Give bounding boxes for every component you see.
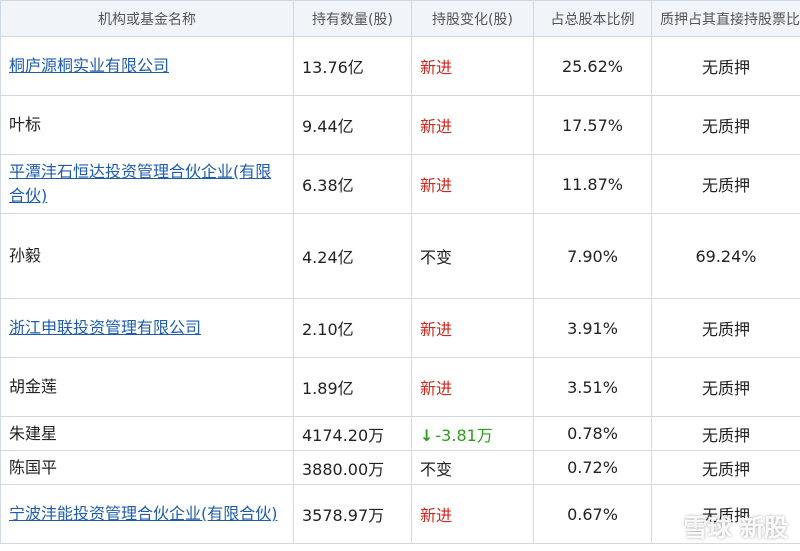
holder-link[interactable]: 宁波沣能投资管理合伙企业(有限合伙) xyxy=(9,504,278,523)
table-row: 朱建星 4174.20万 ↓ -3.81万 0.78% 无质押 xyxy=(0,416,800,451)
cell-quantity: 6.38亿 xyxy=(293,154,412,214)
holder-name: 陈国平 xyxy=(9,457,58,477)
cell-change: 新进 xyxy=(411,154,534,214)
cell-pledge: 无质押 xyxy=(651,450,800,485)
holder-link[interactable]: 平潭沣石恒达投资管理合伙企业(有限合伙) xyxy=(9,162,271,205)
header-quantity: 持有数量(股) xyxy=(293,0,412,37)
cell-change: 新进 xyxy=(411,95,534,155)
holder-link[interactable]: 桐庐源桐实业有限公司 xyxy=(9,56,169,75)
cell-change: 新进 xyxy=(411,36,534,96)
change-value: 新进 xyxy=(420,379,453,398)
table-row: 浙江申联投资管理有限公司 2.10亿 新进 3.91% 无质押 xyxy=(0,298,800,358)
cell-holder-name[interactable]: 平潭沣石恒达投资管理合伙企业(有限合伙) xyxy=(0,154,294,214)
table-body: 桐庐源桐实业有限公司 13.76亿 新进 25.62% 无质押 叶标 9.44亿 新进 17.5… xyxy=(0,36,800,544)
table-row: 宁波沣能投资管理合伙企业(有限合伙) 3578.97万 新进 0.67% 无质押 xyxy=(0,484,800,544)
cell-pledge: 无质押 xyxy=(651,154,800,214)
cell-change: ↓ -3.81万 xyxy=(411,416,534,451)
cell-ratio: 0.78% xyxy=(533,416,652,451)
cell-holder-name: 朱建星 xyxy=(0,416,294,451)
table-header-row: 机构或基金名称 持有数量(股) 持股变化(股) 占总股本比例 质押占其直接持股票… xyxy=(0,0,800,37)
cell-ratio: 0.72% xyxy=(533,450,652,485)
cell-holder-name[interactable]: 浙江申联投资管理有限公司 xyxy=(0,298,294,358)
table-row: 桐庐源桐实业有限公司 13.76亿 新进 25.62% 无质押 xyxy=(0,36,800,96)
cell-quantity: 9.44亿 xyxy=(293,95,412,155)
cell-quantity: 3578.97万 xyxy=(293,484,412,544)
cell-holder-name: 孙毅 xyxy=(0,213,294,299)
table-row: 叶标 9.44亿 新进 17.57% 无质押 xyxy=(0,95,800,155)
cell-pledge: 69.24% xyxy=(651,213,800,299)
change-value: 新进 xyxy=(420,117,453,136)
cell-ratio: 25.62% xyxy=(533,36,652,96)
table-row: 胡金莲 1.89亿 新进 3.51% 无质押 xyxy=(0,357,800,417)
cell-pledge: 无质押 xyxy=(651,416,800,451)
change-value: 新进 xyxy=(420,506,453,525)
cell-quantity: 4174.20万 xyxy=(293,416,412,451)
cell-ratio: 3.91% xyxy=(533,298,652,358)
cell-quantity: 4.24亿 xyxy=(293,213,412,299)
holder-name: 朱建星 xyxy=(9,423,58,443)
cell-change: 新进 xyxy=(411,298,534,358)
cell-holder-name[interactable]: 桐庐源桐实业有限公司 xyxy=(0,36,294,96)
arrow-down-icon: ↓ xyxy=(420,425,434,445)
cell-ratio: 7.90% xyxy=(533,213,652,299)
holder-name: 叶标 xyxy=(9,115,42,134)
cell-ratio: 17.57% xyxy=(533,95,652,155)
cell-pledge: 无质押 xyxy=(651,95,800,155)
cell-pledge: 无质押 xyxy=(651,298,800,358)
header-pledge: 质押占其直接持股票比例 xyxy=(651,0,800,37)
cell-quantity: 13.76亿 xyxy=(293,36,412,96)
cell-holder-name: 叶标 xyxy=(0,95,294,155)
cell-pledge: 无质押 xyxy=(651,484,800,544)
change-value: 新进 xyxy=(420,320,453,339)
cell-ratio: 0.67% xyxy=(533,484,652,544)
cell-change: 不变 xyxy=(411,213,534,299)
table-row: 平潭沣石恒达投资管理合伙企业(有限合伙) 6.38亿 新进 11.87% 无质押 xyxy=(0,154,800,214)
table-row: 孙毅 4.24亿 不变 7.90% 69.24% xyxy=(0,213,800,299)
cell-quantity: 2.10亿 xyxy=(293,298,412,358)
cell-pledge: 无质押 xyxy=(651,36,800,96)
cell-change: 新进 xyxy=(411,484,534,544)
cell-quantity: 1.89亿 xyxy=(293,357,412,417)
change-value: -3.81万 xyxy=(435,425,493,445)
cell-change: 新进 xyxy=(411,357,534,417)
holder-name: 胡金莲 xyxy=(9,377,58,396)
cell-ratio: 11.87% xyxy=(533,154,652,214)
change-value: 不变 xyxy=(420,248,453,267)
shareholders-table: 机构或基金名称 持有数量(股) 持股变化(股) 占总股本比例 质押占其直接持股票… xyxy=(0,0,800,544)
header-change: 持股变化(股) xyxy=(411,0,534,37)
cell-ratio: 3.51% xyxy=(533,357,652,417)
change-value: 不变 xyxy=(420,459,453,479)
cell-holder-name: 胡金莲 xyxy=(0,357,294,417)
holder-name: 孙毅 xyxy=(9,246,42,265)
cell-pledge: 无质押 xyxy=(651,357,800,417)
holder-link[interactable]: 浙江申联投资管理有限公司 xyxy=(9,318,201,337)
change-value: 新进 xyxy=(420,58,453,77)
cell-holder-name[interactable]: 宁波沣能投资管理合伙企业(有限合伙) xyxy=(0,484,294,544)
table-row: 陈国平 3880.00万 不变 0.72% 无质押 xyxy=(0,450,800,485)
change-value: 新进 xyxy=(420,176,453,195)
header-name: 机构或基金名称 xyxy=(0,0,294,37)
header-ratio: 占总股本比例 xyxy=(533,0,652,37)
cell-change: 不变 xyxy=(411,450,534,485)
cell-quantity: 3880.00万 xyxy=(293,450,412,485)
cell-holder-name: 陈国平 xyxy=(0,450,294,485)
